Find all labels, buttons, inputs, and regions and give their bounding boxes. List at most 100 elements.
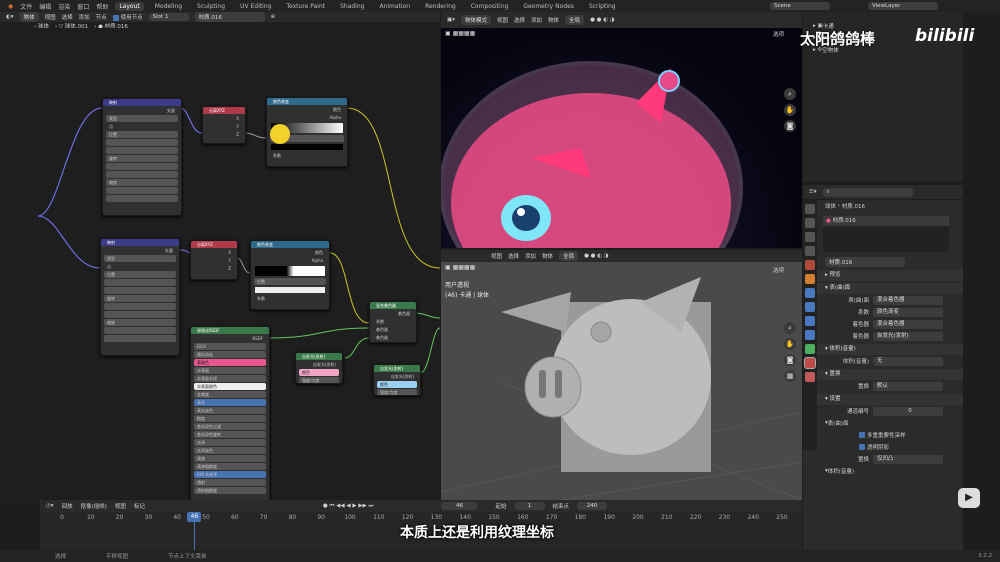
menu-render[interactable]: 渲染 (58, 2, 70, 11)
view-layer-selector[interactable]: ViewLayer (868, 2, 938, 10)
node-row[interactable] (106, 195, 178, 202)
options-label[interactable]: 选项 (773, 266, 784, 274)
timeline-menu-marker[interactable]: 标记 (134, 502, 145, 510)
render-tab-icon[interactable] (805, 218, 815, 228)
pass-index-field[interactable]: 0 (873, 406, 943, 416)
workspace-tab-compositing[interactable]: Compositing (467, 2, 513, 11)
timeline-menu-keying[interactable]: 抠像(插帧) (81, 502, 107, 510)
menu-help[interactable]: 帮助 (96, 2, 108, 11)
material-select[interactable]: 材质.016 (194, 12, 265, 22)
node-separate-xyz-2[interactable]: 分离XYZ X Y Z (190, 240, 238, 280)
clock-icon[interactable]: ◷▾ (46, 503, 54, 509)
texture-tab-icon[interactable] (805, 372, 815, 382)
node-row[interactable]: 光泽 (194, 439, 266, 446)
node-row[interactable]: 旋转 (104, 295, 176, 302)
color-swatch[interactable] (271, 144, 343, 150)
node-row[interactable]: 高光 (194, 399, 266, 406)
camera-icon[interactable]: ◙ (784, 120, 796, 132)
node-row[interactable]: GGX (194, 343, 266, 350)
timeline-menu-playback[interactable]: 回放 (62, 502, 73, 510)
orientation-select[interactable]: 全局 (565, 15, 585, 25)
node-menu-view[interactable]: 视图 (45, 13, 56, 21)
node-row[interactable]: 各向异性过滤 (194, 423, 266, 430)
node-row[interactable]: 颜色 (299, 369, 339, 376)
node-row[interactable] (104, 327, 176, 334)
workspace-tab-texture-paint[interactable]: Texture Paint (282, 2, 329, 11)
zoom-icon[interactable]: ⌕ (784, 88, 796, 100)
vp-menu-add[interactable]: 添加 (531, 16, 542, 24)
play-overlay-icon[interactable]: ▶ (958, 488, 980, 508)
prop-field[interactable]: 自发光(发射) (873, 331, 943, 341)
vp-menu-object[interactable]: 物体 (548, 16, 559, 24)
editor-type-icon[interactable]: ◐▾ (6, 14, 14, 20)
node-row[interactable] (104, 311, 176, 318)
output-tab-icon[interactable] (805, 232, 815, 242)
node-row[interactable]: 清漆粗糙度 (194, 463, 266, 470)
node-row[interactable]: 位置 (254, 278, 326, 285)
data-tab-icon[interactable] (805, 344, 815, 354)
node-row[interactable]: 旋转 (106, 155, 178, 162)
node-row[interactable]: 基础色 (194, 359, 266, 366)
node-row[interactable] (106, 163, 178, 170)
color-swatch[interactable] (255, 287, 325, 293)
menu-window[interactable]: 窗口 (77, 2, 89, 11)
menu-file[interactable]: 文件 (20, 2, 32, 11)
workspace-tab-shading[interactable]: Shading (336, 2, 368, 11)
node-row[interactable]: 糙度 (194, 415, 266, 422)
physics-tab-icon[interactable] (805, 316, 815, 326)
node-mix-shader[interactable]: 混合着色器 着色器 系数 着色器 着色器 (369, 301, 417, 343)
node-row[interactable]: 位置 (104, 271, 176, 278)
material-tab-icon[interactable] (804, 357, 816, 369)
slot-select[interactable]: Slot 1 (148, 13, 189, 21)
pin-icon[interactable]: ⊕ (271, 14, 276, 20)
node-row[interactable]: 光泽染色 (194, 447, 266, 454)
volume-field[interactable]: 无 (873, 356, 943, 366)
workspace-tab-uv-editing[interactable]: UV Editing (236, 2, 275, 11)
node-color-ramp-2[interactable]: 颜色渐变 颜色 Alpha 位置 系数 (250, 240, 330, 310)
node-row[interactable] (104, 287, 176, 294)
options-label[interactable]: 选项 (773, 30, 784, 38)
surface-sub-row[interactable]: ▾ 表(曲)面 (803, 417, 963, 429)
node-mapping-1[interactable]: 映射 矢量 类型 点 位置 旋转 缩放 (102, 98, 182, 216)
node-menu-node[interactable]: 节点 (96, 13, 107, 21)
grid-icon[interactable]: ▦ (784, 370, 796, 382)
node-row[interactable]: 位置 (106, 131, 178, 138)
check-row[interactable]: 多重重要性采样 (803, 429, 963, 441)
node-row[interactable]: IOR 折射率 (194, 471, 266, 478)
workspace-tab-modeling[interactable]: Modeling (151, 2, 186, 11)
zoom-icon[interactable]: ⌕ (784, 322, 796, 334)
particles-tab-icon[interactable] (805, 302, 815, 312)
mode-select[interactable]: 物体模式 (460, 15, 491, 25)
node-separate-xyz-1[interactable]: 分离XYZ X Y Z (202, 106, 246, 144)
node-row[interactable]: 颜色 (377, 381, 417, 388)
vp-menu-view[interactable]: 视图 (497, 16, 508, 24)
current-frame-field[interactable]: 46 (441, 502, 478, 510)
node-row[interactable]: 次表面半径 (194, 375, 266, 382)
constraints-tab-icon[interactable] (805, 330, 815, 340)
end-frame-field[interactable]: 240 (577, 502, 608, 510)
use-nodes-toggle[interactable]: 使用节点 (112, 13, 143, 21)
section-volume[interactable]: ▾ 体积(音量) (803, 344, 963, 355)
shading-buttons-icon[interactable]: ● ● ◐ ◑ (590, 17, 614, 23)
viewport-rendered[interactable]: ▣ ▦▦▦▦ 选项 ⌕ ✋ ◙ (441, 28, 802, 248)
tool-tab-icon[interactable] (805, 204, 815, 214)
object-tab-icon[interactable] (805, 274, 815, 284)
node-emission-2[interactable]: 自发光(发射) 自发光(发射) 颜色 强度/力度 (373, 364, 421, 396)
editor-type-icon[interactable]: ☰▾ (809, 189, 817, 195)
node-menu-add[interactable]: 添加 (79, 13, 90, 21)
editor-type-icon[interactable]: ▣▾ (447, 17, 455, 23)
workspace-tab-animation[interactable]: Animation (375, 2, 414, 11)
workspace-tab-geometry-nodes[interactable]: Geometry Nodes (519, 2, 578, 11)
menu-edit[interactable]: 编辑 (39, 2, 51, 11)
workspace-tab-scripting[interactable]: Scripting (585, 2, 620, 11)
workspace-tab-sculpting[interactable]: Sculpting (193, 2, 229, 11)
scene-tab-icon[interactable] (805, 246, 815, 256)
prop-field[interactable]: 颜色渐变 (873, 307, 943, 317)
properties-search[interactable]: ⌕ (822, 187, 913, 197)
node-row[interactable] (106, 147, 178, 154)
node-row[interactable] (104, 335, 176, 342)
scene-selector[interactable]: Scene (770, 2, 830, 10)
shader-type-select[interactable]: 物体 (19, 12, 39, 22)
node-row[interactable]: 各向异性旋转 (194, 431, 266, 438)
timeline-menu-view[interactable]: 视图 (115, 502, 126, 510)
